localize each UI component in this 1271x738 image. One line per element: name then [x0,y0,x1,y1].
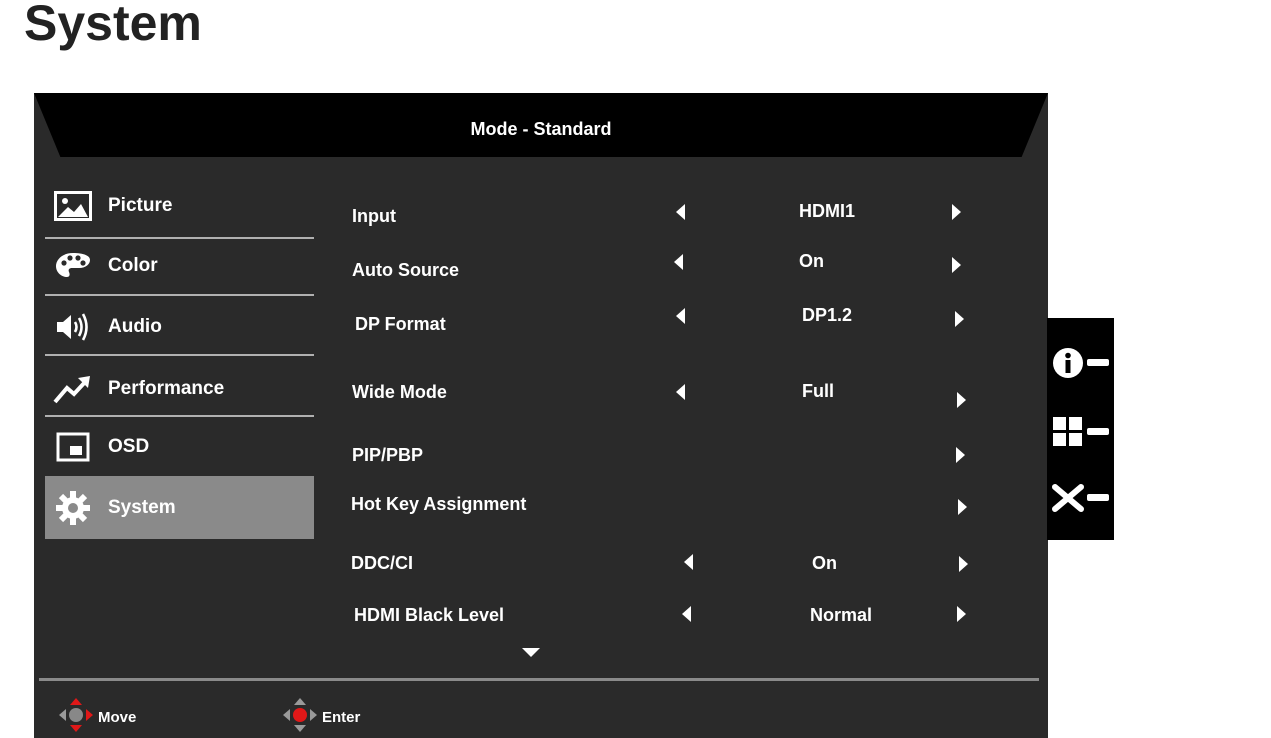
arrow-right-icon[interactable] [958,499,967,515]
page-heading: System [24,0,202,51]
setting-value-input: HDMI1 [799,201,856,221]
grid-icon [1053,417,1082,446]
hotkey-close[interactable] [1051,480,1111,516]
osd-title: Mode - Standard [470,119,612,139]
arrow-right-icon[interactable] [952,204,961,220]
arrow-right-icon[interactable] [956,447,965,463]
menu-item-label: Picture [108,195,173,216]
arrow-left-icon[interactable] [682,606,691,622]
menu-divider [45,354,314,356]
scroll-down-icon[interactable] [522,648,540,657]
footer-move-label: Move [98,708,137,726]
setting-label-hdmi-black-level[interactable]: HDMI Black Level [354,605,504,626]
arrow-left-icon[interactable] [684,554,693,570]
menu-item-label: Audio [108,316,162,337]
gear-icon [53,488,93,528]
arrow-left-icon[interactable] [676,308,685,324]
setting-value-wide-mode: Full [802,381,834,401]
menu-item-system[interactable]: System [45,476,314,539]
footer-enter-label: Enter [322,708,361,726]
arrow-right-icon[interactable] [952,257,961,273]
footer-hint-enter: Enter [282,697,360,737]
menu-item-label: Performance [108,378,225,399]
dash-icon [1087,359,1109,366]
hotkey-grid[interactable] [1051,414,1111,450]
hotkey-panel [1047,318,1114,540]
menu-divider [45,294,314,296]
menu-item-picture[interactable]: Picture [45,177,314,235]
setting-label-wide-mode[interactable]: Wide Mode [352,382,447,403]
menu-divider [45,415,314,417]
arrow-right-icon[interactable] [957,606,966,622]
hotkey-info[interactable] [1051,345,1111,381]
close-icon [1052,484,1084,512]
menu-item-audio[interactable]: Audio [45,298,314,356]
setting-value-dp-format: DP1.2 [802,305,853,325]
menu-item-label: OSD [108,436,150,457]
setting-label-hot-key-assignment[interactable]: Hot Key Assignment [351,494,526,515]
menu-item-color[interactable]: Color [45,237,314,295]
setting-label-pip-pbp[interactable]: PIP/PBP [352,445,423,466]
dash-icon [1087,494,1109,501]
osd-window-icon [53,427,93,467]
setting-value-auto-source: On [799,251,824,271]
footer-divider [39,678,1039,681]
setting-label-input[interactable]: Input [352,206,396,227]
setting-label-ddc-ci[interactable]: DDC/CI [351,553,413,574]
arrow-left-icon[interactable] [676,204,685,220]
arrow-right-icon[interactable] [955,311,964,327]
dpad-move-icon [58,697,94,737]
arrow-left-icon[interactable] [674,254,683,270]
picture-icon [53,186,93,226]
trend-up-icon [53,369,93,409]
dpad-enter-icon [282,697,318,737]
info-icon [1053,348,1083,378]
setting-label-dp-format[interactable]: DP Format [355,314,446,335]
setting-value-ddc-ci: On [812,553,837,573]
setting-label-auto-source[interactable]: Auto Source [352,260,459,281]
arrow-right-icon[interactable] [959,556,968,572]
arrow-right-icon[interactable] [957,392,966,408]
setting-value-hdmi-black-level: Normal [810,605,873,625]
footer-hint-move: Move [58,697,136,737]
osd-menu: Mode - Standard Picture Color Audio Perf… [34,93,1048,738]
arrow-left-icon[interactable] [676,384,685,400]
menu-item-osd[interactable]: OSD [45,418,314,476]
speaker-icon [53,307,93,347]
palette-icon [53,246,93,286]
menu-item-performance[interactable]: Performance [45,360,314,418]
menu-item-label: Color [108,255,158,276]
dash-icon [1087,428,1109,435]
menu-item-label: System [108,496,176,518]
